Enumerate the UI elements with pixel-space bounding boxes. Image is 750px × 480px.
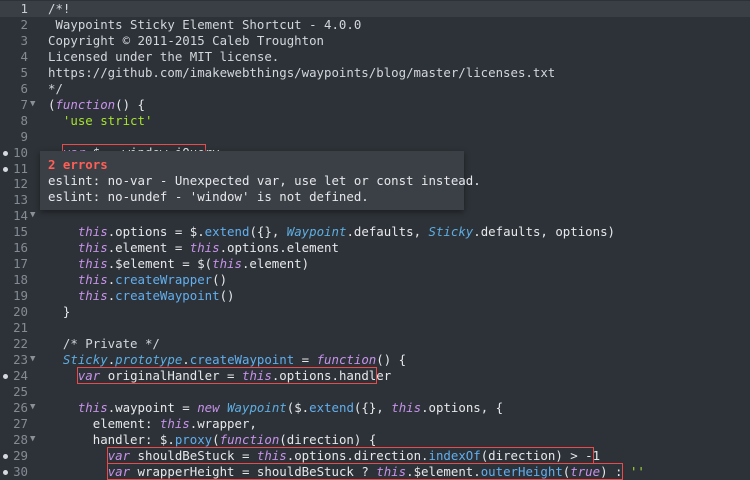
- code-text: Sticky.prototype.createWaypoint = functi…: [62, 351, 407, 367]
- line-number: 15: [13, 224, 28, 240]
- line-number: 6: [20, 80, 28, 96]
- code-line[interactable]: 2 Waypoints Sticky Element Shortcut - 4.…: [0, 17, 750, 33]
- lint-error-highlight[interactable]: var wrapperHeight = shouldBeStuck ? this…: [106, 462, 624, 480]
- lint-error-highlight[interactable]: var originalHandler = this.options.handl: [76, 366, 378, 384]
- lint-error-highlight[interactable]: var shouldBeStuck = this.options.directi…: [106, 446, 594, 464]
- code-line[interactable]: 14 ▼: [0, 208, 750, 224]
- code-text: handler: $.proxy(function(direction) {: [48, 431, 377, 447]
- line-number: 1: [20, 1, 28, 16]
- breakpoint-dot-icon[interactable]: [3, 453, 8, 459]
- code-text: (function() {: [48, 96, 145, 112]
- tooltip-title: 2 errors: [48, 157, 108, 172]
- code-line[interactable]: 26 ▼ this.waypoint = new Waypoint($.exten…: [0, 400, 750, 416]
- fold-arrow-icon[interactable]: ▼: [30, 400, 35, 416]
- code-line[interactable]: 18 this.createWrapper(): [0, 272, 750, 288]
- code-line[interactable]: 19 this.createWaypoint(): [0, 288, 750, 304]
- lint-error-tooltip: 2 errors eslint: no-var - Unexpected var…: [40, 151, 481, 210]
- line-number: 9: [20, 128, 28, 144]
- code-text: */: [48, 80, 63, 96]
- tooltip-message: eslint: no-undef - 'window' is not defin…: [48, 189, 369, 204]
- code-text: }: [48, 304, 71, 320]
- code-text: /* Private */: [48, 335, 160, 351]
- code-line[interactable]: 24 var originalHandler = this.options.ha…: [0, 366, 750, 384]
- fold-arrow-icon[interactable]: ▼: [30, 432, 35, 448]
- breakpoint-dot-icon[interactable]: [3, 150, 8, 156]
- code-text: this.createWrapper(): [77, 272, 228, 288]
- code-text: var shouldBeStuck = this.options.directi…: [106, 446, 601, 464]
- fold-arrow-icon[interactable]: ▼: [30, 352, 35, 368]
- line-number: 16: [13, 240, 28, 256]
- code-line[interactable]: 3 Copyright © 2011-2015 Caleb Troughton: [0, 33, 750, 49]
- code-text: var wrapperHeight = shouldBeStuck ? this…: [106, 462, 645, 480]
- breakpoint-dot-icon[interactable]: [3, 373, 8, 379]
- code-text: Licensed under the MIT license.: [48, 48, 280, 64]
- code-line[interactable]: 30 var wrapperHeight = shouldBeStuck ? t…: [0, 462, 750, 480]
- line-number: 13: [13, 192, 28, 208]
- breakpoint-dot-icon[interactable]: [3, 469, 8, 475]
- code-line[interactable]: 21: [0, 320, 750, 336]
- code-line[interactable]: 9: [0, 129, 750, 145]
- code-line[interactable]: 7 ▼ (function() {: [0, 97, 750, 113]
- code-text: var originalHandler = this.options.handl…: [76, 366, 392, 384]
- code-text: this.$element = $(this.element): [77, 256, 310, 272]
- line-number: 21: [13, 320, 28, 335]
- line-number: 17: [13, 256, 28, 272]
- fold-arrow-icon[interactable]: ▼: [30, 208, 35, 224]
- code-line[interactable]: 23 ▼ Sticky.prototype.createWaypoint = fu…: [0, 352, 750, 368]
- line-number: 25: [13, 383, 28, 399]
- code-text: Waypoints Sticky Element Shortcut - 4.0.…: [48, 16, 362, 32]
- code-text: Copyright © 2011-2015 Caleb Troughton: [48, 32, 325, 48]
- code-line[interactable]: 1 /*!: [0, 1, 750, 17]
- code-line[interactable]: 22 /* Private */: [0, 336, 750, 352]
- code-line[interactable]: 25: [0, 384, 750, 400]
- code-line[interactable]: 20 }: [0, 304, 750, 320]
- breakpoint-dot-icon[interactable]: [3, 166, 8, 172]
- line-number: 14: [13, 208, 28, 224]
- code-line[interactable]: 5 https://github.com/imakewebthings/waypo…: [0, 65, 750, 81]
- code-line[interactable]: 27 element: this.wrapper,: [0, 416, 750, 432]
- line-number: 4: [20, 48, 28, 64]
- line-number: 20: [13, 304, 28, 320]
- code-text: this.element = this.options.element: [77, 240, 339, 256]
- line-number: 22: [13, 335, 28, 351]
- code-line[interactable]: 29 var shouldBeStuck = this.options.dire…: [0, 446, 750, 464]
- line-number: 7: [20, 96, 28, 112]
- code-text: this.options = $.extend({}, Waypoint.def…: [77, 224, 616, 240]
- code-line[interactable]: 15 this.options = $.extend({}, Waypoint.…: [0, 224, 750, 240]
- line-number: 12: [13, 176, 28, 192]
- code-text: https://github.com/imakewebthings/waypoi…: [48, 64, 556, 80]
- line-number: 28: [13, 431, 28, 447]
- code-editor[interactable]: 1/*! 2 Waypoints Sticky Element Shortcut …: [0, 0, 750, 480]
- line-number: 3: [20, 32, 28, 48]
- code-text: this.waypoint = new Waypoint($.extend({}…: [77, 399, 504, 415]
- line-number: 27: [13, 415, 28, 431]
- code-line[interactable]: 16 this.element = this.options.element: [0, 240, 750, 256]
- code-text: /*!: [48, 1, 71, 16]
- tooltip-message: eslint: no-var - Unexpected var, use let…: [48, 173, 481, 188]
- code-line[interactable]: 8 'use strict': [0, 113, 750, 129]
- code-text: element: this.wrapper,: [48, 415, 257, 431]
- line-number: 8: [20, 112, 28, 128]
- code-line[interactable]: 17 this.$element = $(this.element): [0, 256, 750, 272]
- code-text: 'use strict': [62, 112, 153, 128]
- line-number: 19: [13, 288, 28, 304]
- line-number: 23: [13, 351, 28, 367]
- fold-arrow-icon[interactable]: ▼: [30, 97, 35, 113]
- line-number: 5: [20, 64, 28, 80]
- line-number: 26: [13, 399, 28, 415]
- line-number: 2: [20, 16, 28, 32]
- code-line[interactable]: 6 */: [0, 81, 750, 97]
- code-line[interactable]: 28 ▼ handler: $.proxy(function(direction)…: [0, 432, 750, 448]
- code-text: this.createWaypoint(): [77, 288, 235, 304]
- code-line[interactable]: 4 Licensed under the MIT license.: [0, 49, 750, 65]
- line-number: 18: [13, 272, 28, 288]
